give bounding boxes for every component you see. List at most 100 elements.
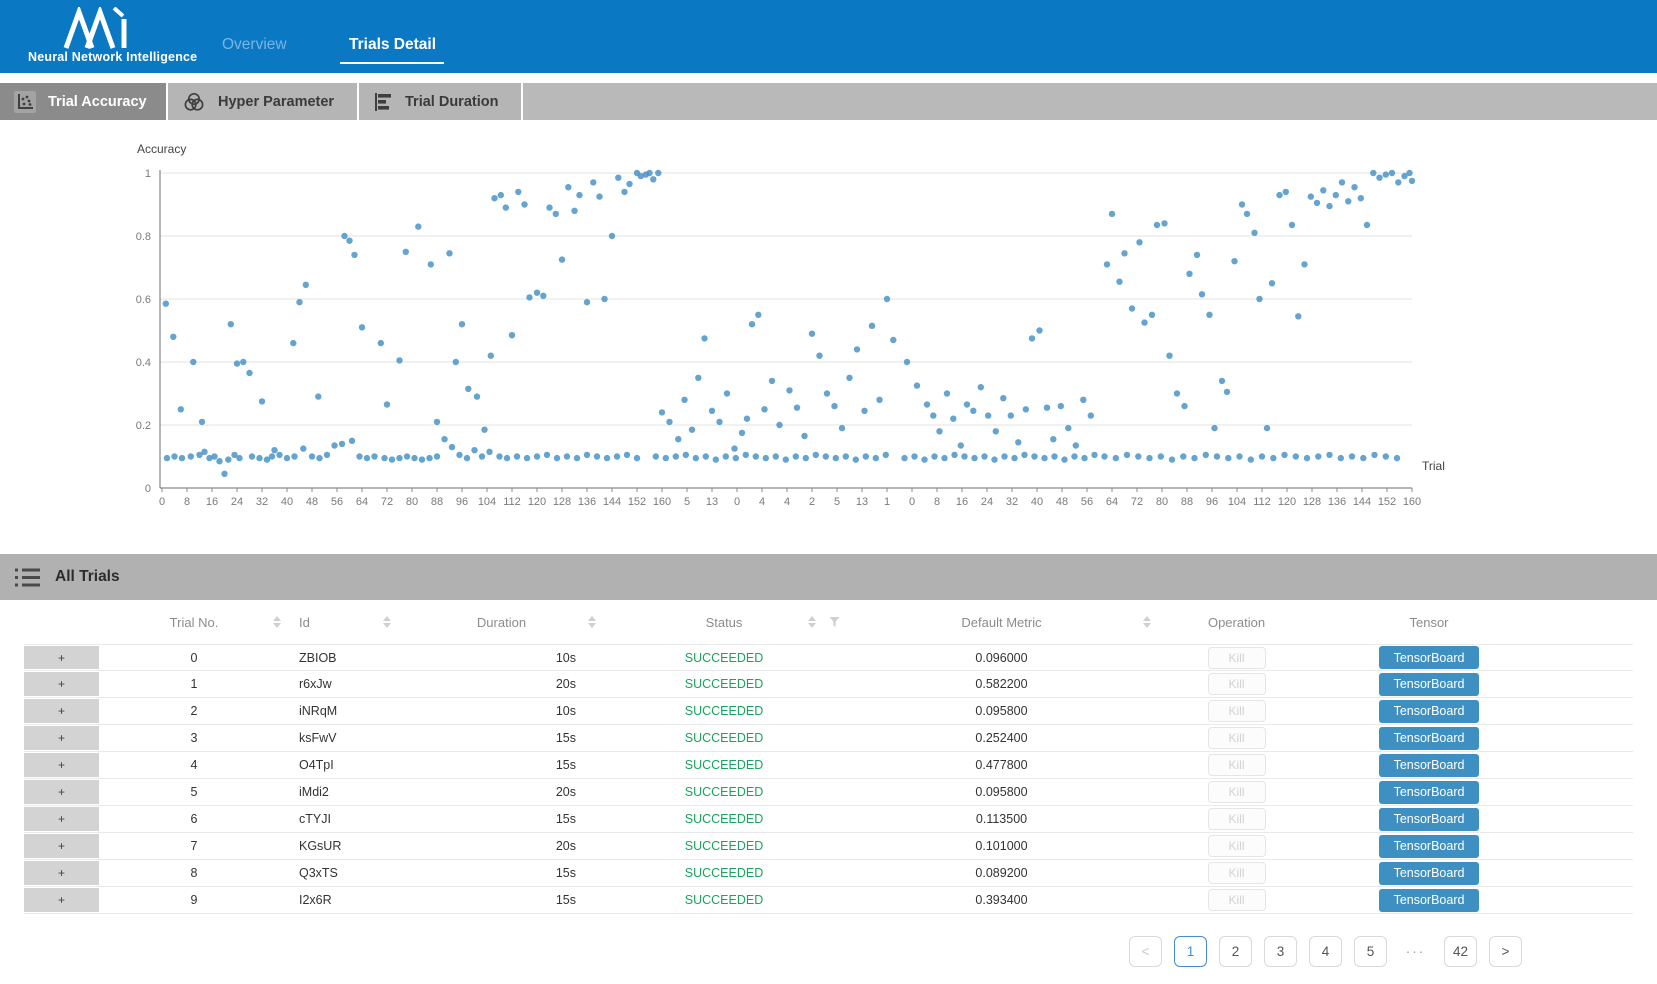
scatter-point[interactable] [509,332,515,338]
scatter-point[interactable] [378,340,384,346]
tensorboard-button[interactable]: TensorBoard [1379,754,1479,777]
sort-icon[interactable] [273,616,281,628]
scatter-point[interactable] [944,390,950,396]
scatter-point[interactable] [1181,403,1187,409]
scatter-point[interactable] [1351,184,1357,190]
tensorboard-button[interactable]: TensorBoard [1379,646,1479,669]
scatter-point[interactable] [163,301,169,307]
scatter-point[interactable] [1081,455,1087,461]
scatter-point[interactable] [356,453,362,459]
expand-row-button[interactable]: + [24,861,99,885]
scatter-point[interactable] [1073,442,1079,448]
scatter-point[interactable] [869,323,875,329]
scatter-point[interactable] [624,452,630,458]
scatter-point[interactable] [296,299,302,305]
scatter-point[interactable] [1121,250,1127,256]
scatter-point[interactable] [941,455,947,461]
scatter-point[interactable] [846,375,852,381]
tab-trial-accuracy[interactable]: Trial Accuracy [0,83,166,120]
scatter-point[interactable] [1236,453,1242,459]
scatter-point[interactable] [1031,453,1037,459]
scatter-point[interactable] [769,378,775,384]
scatter-point[interactable] [744,416,750,422]
scatter-point[interactable] [1109,211,1115,217]
scatter-point[interactable] [1061,456,1067,462]
scatter-point[interactable] [1154,222,1160,228]
scatter-point[interactable] [1314,200,1320,206]
tensorboard-button[interactable]: TensorBoard [1379,889,1479,912]
pagination-page-1[interactable]: 1 [1174,936,1207,967]
scatter-point[interactable] [1376,175,1382,181]
scatter-point[interactable] [290,340,296,346]
scatter-point[interactable] [381,455,387,461]
expand-row-button[interactable]: + [24,780,99,804]
scatter-point[interactable] [1104,261,1110,267]
scatter-point[interactable] [1065,425,1071,431]
scatter-point[interactable] [1269,280,1275,286]
column-header-id[interactable]: Id [289,615,399,630]
scatter-point[interactable] [653,453,659,459]
scatter-point[interactable] [428,261,434,267]
scatter-point[interactable] [1146,455,1152,461]
scatter-point[interactable] [1116,279,1122,285]
scatter-point[interactable] [1338,455,1344,461]
scatter-point[interactable] [1283,189,1289,195]
scatter-point[interactable] [271,447,277,453]
scatter-point[interactable] [565,184,571,190]
scatter-point[interactable] [1001,453,1007,459]
scatter-point[interactable] [659,409,665,415]
expand-row-button[interactable]: + [24,726,99,750]
scatter-point[interactable] [755,312,761,318]
tensorboard-button[interactable]: TensorBoard [1379,673,1479,696]
scatter-point[interactable] [1203,452,1209,458]
scatter-point[interactable] [228,321,234,327]
scatter-point[interactable] [930,412,936,418]
scatter-point[interactable] [794,405,800,411]
scatter-point[interactable] [1101,453,1107,459]
tab-trial-duration[interactable]: Trial Duration [359,83,521,120]
scatter-point[interactable] [1315,453,1321,459]
scatter-point[interactable] [594,453,600,459]
scatter-point[interactable] [1251,230,1257,236]
scatter-point[interactable] [1270,455,1276,461]
scatter-point[interactable] [1219,378,1225,384]
scatter-point[interactable] [961,453,967,459]
scatter-point[interactable] [890,337,896,343]
scatter-point[interactable] [761,406,767,412]
scatter-point[interactable] [540,293,546,299]
scatter-point[interactable] [1041,455,1047,461]
scatter-point[interactable] [1191,455,1197,461]
scatter-point[interactable] [246,370,252,376]
scatter-point[interactable] [839,425,845,431]
scatter-point[interactable] [911,453,917,459]
scatter-point[interactable] [1206,312,1212,318]
kill-button[interactable]: Kill [1208,673,1266,695]
scatter-point[interactable] [1225,455,1231,461]
scatter-point[interactable] [1158,453,1164,459]
scatter-point[interactable] [1256,296,1262,302]
scatter-point[interactable] [1194,252,1200,258]
scatter-point[interactable] [256,455,262,461]
scatter-point[interactable] [783,456,789,462]
scatter-point[interactable] [1141,319,1147,325]
expand-row-button[interactable]: + [24,699,99,723]
scatter-point[interactable] [801,433,807,439]
scatter-point[interactable] [571,208,577,214]
scatter-point[interactable] [324,452,330,458]
scatter-point[interactable] [404,453,410,459]
scatter-point[interactable] [546,204,552,210]
scatter-point[interactable] [601,296,607,302]
scatter-point[interactable] [364,455,370,461]
scatter-point[interactable] [514,453,520,459]
scatter-point[interactable] [1224,389,1230,395]
scatter-point[interactable] [371,453,377,459]
scatter-point[interactable] [576,192,582,198]
scatter-point[interactable] [695,375,701,381]
scatter-point[interactable] [701,335,707,341]
kill-button[interactable]: Kill [1208,700,1266,722]
scatter-point[interactable] [823,453,829,459]
scatter-point[interactable] [236,455,242,461]
scatter-point[interactable] [1161,220,1167,226]
scatter-point[interactable] [958,442,964,448]
kill-button[interactable]: Kill [1208,835,1266,857]
